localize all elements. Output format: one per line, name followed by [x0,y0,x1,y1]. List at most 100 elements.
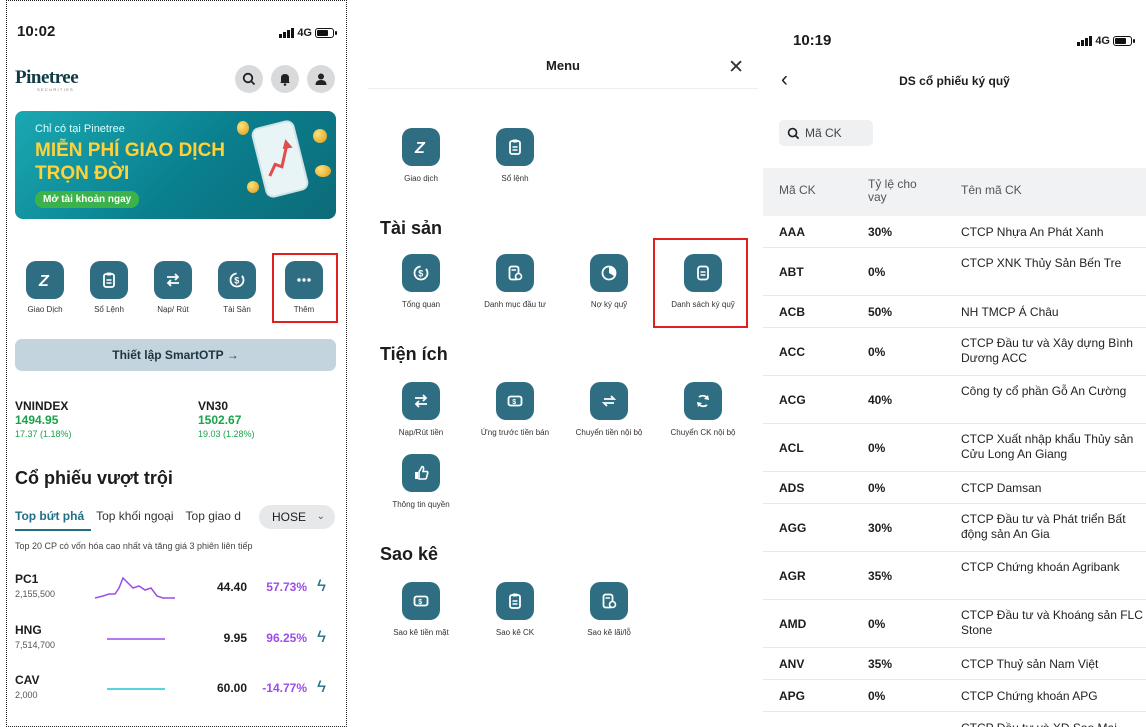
section-heading-statements: Sao kê [380,544,439,564]
bolt-icon[interactable]: ϟ [317,627,326,647]
thumbs-up-icon [402,454,440,492]
table-row[interactable]: ANV 35% CTCP Thuỷ sản Nam Việt [763,648,1146,680]
svg-text:$: $ [512,399,516,406]
menu-item-cash-advance[interactable]: $ Ứng trước tiền bán [468,382,562,437]
svg-text:Z: Z [38,273,50,289]
stock-change-pct: 57.73% [266,580,307,594]
column-header-name[interactable]: Tên mã CK [961,184,1022,197]
table-row[interactable]: ACB 50% NH TMCP Á Châu [763,296,1146,328]
action-order-book[interactable]: Sổ Lệnh [77,261,141,314]
menu-item-label: Sao kê lãi/lỗ [587,628,631,637]
stock-price: 44.40 [216,580,247,594]
table-row[interactable]: APG 0% CTCP Chứng khoán APG [763,680,1146,712]
menu-item-deposit-withdraw[interactable]: Nạp/Rút tiền [374,382,468,437]
smartotp-button[interactable]: Thiết lập SmartOTP → [15,339,336,371]
battery-icon [315,28,337,38]
stock-row[interactable]: PC1 2,155,500 44.40 57.73% ϟ [15,572,340,612]
close-icon[interactable]: ✕ [728,56,744,79]
exchange-select[interactable]: HOSE ⌄ [259,505,335,529]
index-vn30[interactable]: VN30 1502.67 19.03 (1.28%) [198,399,255,441]
menu-item-internal-cash-transfer[interactable]: Chuyển tiền nội bộ [562,382,656,437]
menu-item-label: Nạp/Rút tiền [398,428,444,437]
stock-price: 9.95 [223,631,247,645]
table-row[interactable]: ADS 0% CTCP Damsan [763,472,1146,504]
bell-icon[interactable] [271,65,299,93]
list-description: Top 20 CP có vốn hóa cao nhất và tăng gi… [15,541,253,551]
menu-item-label: Sao kê tiền mặt [393,628,449,637]
menu-item-pnl-statement[interactable]: Sao kê lãi/lỗ [562,582,656,637]
action-trade[interactable]: Z Giao Dịch [13,261,77,314]
action-label: Nạp/ Rút [157,305,189,314]
table-row[interactable]: ACL 0% CTCP Xuất nhập khẩu Thủy sản Cửu Lo… [763,424,1146,472]
cell-ratio: 0% [868,441,886,455]
menu-item-overview[interactable]: $ Tổng quan [374,254,468,309]
search-input[interactable]: Mã CK [779,120,873,146]
table-row[interactable]: AGR 35% CTCP Chứng khoán Agribank [763,552,1146,600]
column-header-ratio[interactable]: Tỷ lệ cho vay [868,178,938,204]
cell-code: AMD [779,617,807,631]
chevron-down-icon: ⌄ [316,511,325,522]
stock-row[interactable]: CAV 2,000 60.00 -14.77% ϟ [15,673,340,713]
svg-text:$: $ [234,276,239,286]
menu-title: Menu [546,58,580,73]
action-deposit-withdraw[interactable]: Nạp/ Rút [141,261,205,314]
cell-ratio: 0% [868,481,886,495]
status-indicators: 4G [1077,35,1135,47]
highlight-box [272,253,338,323]
svg-text:$: $ [418,599,422,606]
menu-item-cash-statement[interactable]: $ Sao kê tiền mặt [374,582,468,637]
table-row[interactable]: ABT 0% CTCP XNK Thủy Sản Bến Tre [763,248,1146,296]
table-row[interactable]: CTCP Đầu tư và XD Sao Mai [763,712,1146,727]
cell-code: AAA [779,225,805,239]
asset-icon: $ [218,261,256,299]
refresh-icon [684,382,722,420]
stock-volume: 2,155,500 [15,589,56,599]
column-header-code[interactable]: Mã CK [779,184,816,197]
search-icon [787,127,800,139]
stock-change-pct: 96.25% [266,631,307,645]
menu-item-margin-debt[interactable]: Nợ ký quỹ [562,254,656,309]
trade-icon: Z [402,128,440,166]
table-row[interactable]: AAA 30% CTCP Nhựa An Phát Xanh [763,216,1146,248]
cell-name: CTCP Đầu tư và XD Sao Mai [961,721,1143,727]
portfolio-icon [590,582,628,620]
cell-code: ACL [779,441,804,455]
index-vnindex[interactable]: VNINDEX 1494.95 17.37 (1.18%) [15,399,72,441]
menu-item-stock-statement[interactable]: Sao kê CK [468,582,562,637]
tab-top-volume[interactable]: Top giao d [186,509,241,523]
menu-item-portfolio[interactable]: Danh mục đầu tư [468,254,562,309]
menu-item-order-book[interactable]: Sổ lệnh [468,128,562,183]
network-label: 4G [297,27,312,39]
tab-top-foreign[interactable]: Top khối ngoại [96,509,173,523]
cell-code: ACB [779,305,805,319]
svg-text:Z: Z [414,140,426,156]
cell-ratio: 0% [868,265,886,279]
table-row[interactable]: ACC 0% CTCP Đầu tư và Xây dựng Bình Dương … [763,328,1146,376]
menu-item-rights-info[interactable]: Thông tin quyền [374,454,468,509]
tab-top-breakout[interactable]: Top bứt phá [15,509,84,523]
search-icon[interactable] [235,65,263,93]
sparkline [107,638,165,640]
user-icon[interactable] [307,65,335,93]
cell-name: CTCP Xuất nhập khẩu Thủy sản Cửu Long An… [961,432,1134,461]
banner-headline-1: MIỄN PHÍ GIAO DỊCH [35,140,226,161]
menu-screen: Menu ✕ Z Giao dịch Sổ lệnh Tài sản $ Tổn… [368,0,758,727]
cell-ratio: 35% [868,657,893,671]
network-label: 4G [1095,35,1110,47]
menu-item-label: Chuyển CK nội bộ [670,428,736,437]
order-book-icon [90,261,128,299]
stock-row[interactable]: HNG 7,514,700 9.95 96.25% ϟ [15,623,340,663]
cell-code: ADS [779,481,805,495]
home-screen: 10:02 4G Pinetree SECURITIES Chỉ có tại … [6,0,347,727]
table-row[interactable]: ACG 40% Công ty cổ phần Gỗ An Cường [763,376,1146,424]
table-row[interactable]: AGG 30% CTCP Đầu tư và Phát triển Bất động… [763,504,1146,552]
menu-item-internal-stock-transfer[interactable]: Chuyển CK nội bộ [656,382,750,437]
bolt-icon[interactable]: ϟ [317,677,326,697]
promo-banner[interactable]: Chỉ có tại Pinetree MIỄN PHÍ GIAO DỊCH T… [15,111,336,219]
table-row[interactable]: AMD 0% CTCP Đầu tư và Khoáng sản FLC Stone [763,600,1146,648]
action-assets[interactable]: $ Tài Sản [205,261,269,314]
cell-name: CTCP Đầu tư và Xây dựng Bình Dương ACC [961,336,1133,365]
menu-item-trade[interactable]: Z Giao dịch [374,128,468,183]
open-account-button[interactable]: Mở tài khoản ngay [35,191,140,208]
bolt-icon[interactable]: ϟ [317,576,326,596]
